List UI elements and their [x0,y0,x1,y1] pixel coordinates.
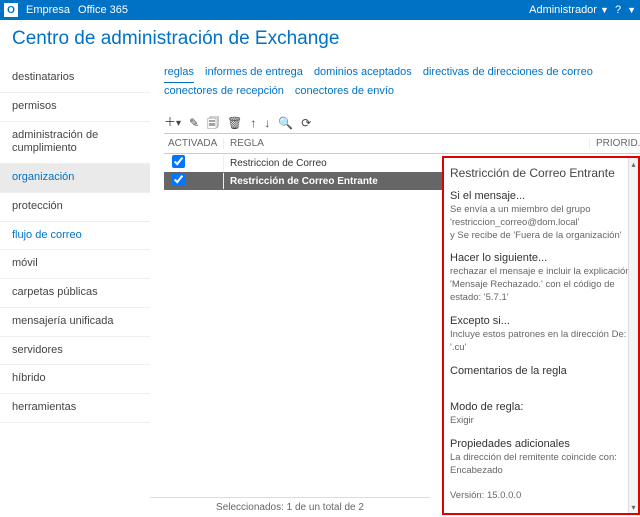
tab-conectores-recepcion[interactable]: conectores de recepción [164,83,284,101]
details-props-body: La dirección del remitente coincide con:… [450,452,632,478]
details-comments-head: Comentarios de la regla [450,365,632,377]
selection-status: Seleccionados: 1 de un total de 2 [150,497,430,513]
details-scrollbar[interactable]: ▴ ▾ [628,158,638,513]
copy-button[interactable]: 🗐 [207,117,219,129]
move-up-button[interactable]: ↑ [250,117,256,129]
tab-informes-entrega[interactable]: informes de entrega [205,64,303,82]
page-header: Centro de administración de Exchange [0,20,640,60]
move-down-button[interactable]: ↓ [264,117,270,129]
brand-label[interactable]: Empresa [26,4,70,16]
sidebar-item-mensajeria-unificada[interactable]: mensajería unificada [0,308,150,337]
details-mode-body: Exigir [450,415,632,428]
sidebar-item-flujo-de-correo[interactable]: flujo de correo [0,222,150,251]
sidebar-item-organizacion[interactable]: organización [0,164,150,193]
details-version: Versión: 15.0.0.0 [450,490,632,503]
row-activated-checkbox[interactable] [172,173,185,186]
sidebar-item-hibrido[interactable]: híbrido [0,365,150,394]
tab-dominios-aceptados[interactable]: dominios aceptados [314,64,412,82]
refresh-button[interactable]: ⟳ [301,117,311,129]
col-header-regla[interactable]: REGLA [224,138,590,149]
details-mode-head: Modo de regla: [450,401,632,413]
sidebar-item-servidores[interactable]: servidores [0,337,150,366]
user-menu[interactable]: Administrador ▼ [529,4,609,16]
col-header-prioridad[interactable]: PRIORID... [590,138,640,149]
sidebar-item-destinatarios[interactable]: destinatarios [0,64,150,93]
main-content: reglas informes de entrega dominios acep… [150,60,640,515]
details-except-head: Excepto si... [450,315,632,327]
sidebar-item-proteccion[interactable]: protección [0,193,150,222]
add-button[interactable]: ＋▾ [164,116,181,129]
tab-conectores-envio[interactable]: conectores de envío [295,83,394,101]
tab-bar: reglas informes de entrega dominios acep… [164,64,640,100]
grid-header: ACTIVADA REGLA PRIORID... [164,134,640,154]
edit-button[interactable]: ✎ [189,117,199,129]
chevron-down-icon: ▼ [627,5,636,15]
product-label[interactable]: Office 365 [78,4,128,16]
sidebar-item-administracion-cumplimiento[interactable]: administración de cumplimiento [0,122,150,165]
details-pane: Restricción de Correo Entrante Si el men… [442,156,640,515]
page-title: Centro de administración de Exchange [12,28,628,50]
details-props-head: Propiedades adicionales [450,438,632,450]
sidebar-item-movil[interactable]: móvil [0,250,150,279]
delete-button[interactable]: 🗑 [227,117,242,129]
sidebar-item-carpetas-publicas[interactable]: carpetas públicas [0,279,150,308]
top-bar: O Empresa Office 365 Administrador ▼ ? ▼ [0,0,640,20]
sidebar-item-herramientas[interactable]: herramientas [0,394,150,423]
toolbar: ＋▾ ✎ 🗐 🗑 ↑ ↓ 🔍 ⟳ [164,116,640,129]
chevron-down-icon: ▼ [600,5,609,15]
details-comments-body [450,379,632,392]
tab-reglas[interactable]: reglas [164,64,194,83]
help-button[interactable]: ? [615,4,621,16]
details-title: Restricción de Correo Entrante [450,166,632,180]
col-header-activada[interactable]: ACTIVADA [164,138,224,149]
details-if-head: Si el mensaje... [450,190,632,202]
tab-directivas-direcciones[interactable]: directivas de direcciones de correo [423,64,593,82]
office-icon: O [4,3,18,17]
details-do-head: Hacer lo siguiente... [450,252,632,264]
sidebar: destinatarios permisos administración de… [0,60,150,515]
scroll-up-icon[interactable]: ▴ [629,158,638,170]
details-except-body: Incluye estos patrones en la dirección D… [450,329,632,355]
scroll-down-icon[interactable]: ▾ [629,501,638,513]
details-do-body: rechazar el mensaje e incluir la explica… [450,266,632,304]
row-activated-checkbox[interactable] [172,155,185,168]
sidebar-item-permisos[interactable]: permisos [0,93,150,122]
search-button[interactable]: 🔍 [278,117,293,129]
details-if-body: Se envía a un miembro del grupo 'restric… [450,204,632,242]
